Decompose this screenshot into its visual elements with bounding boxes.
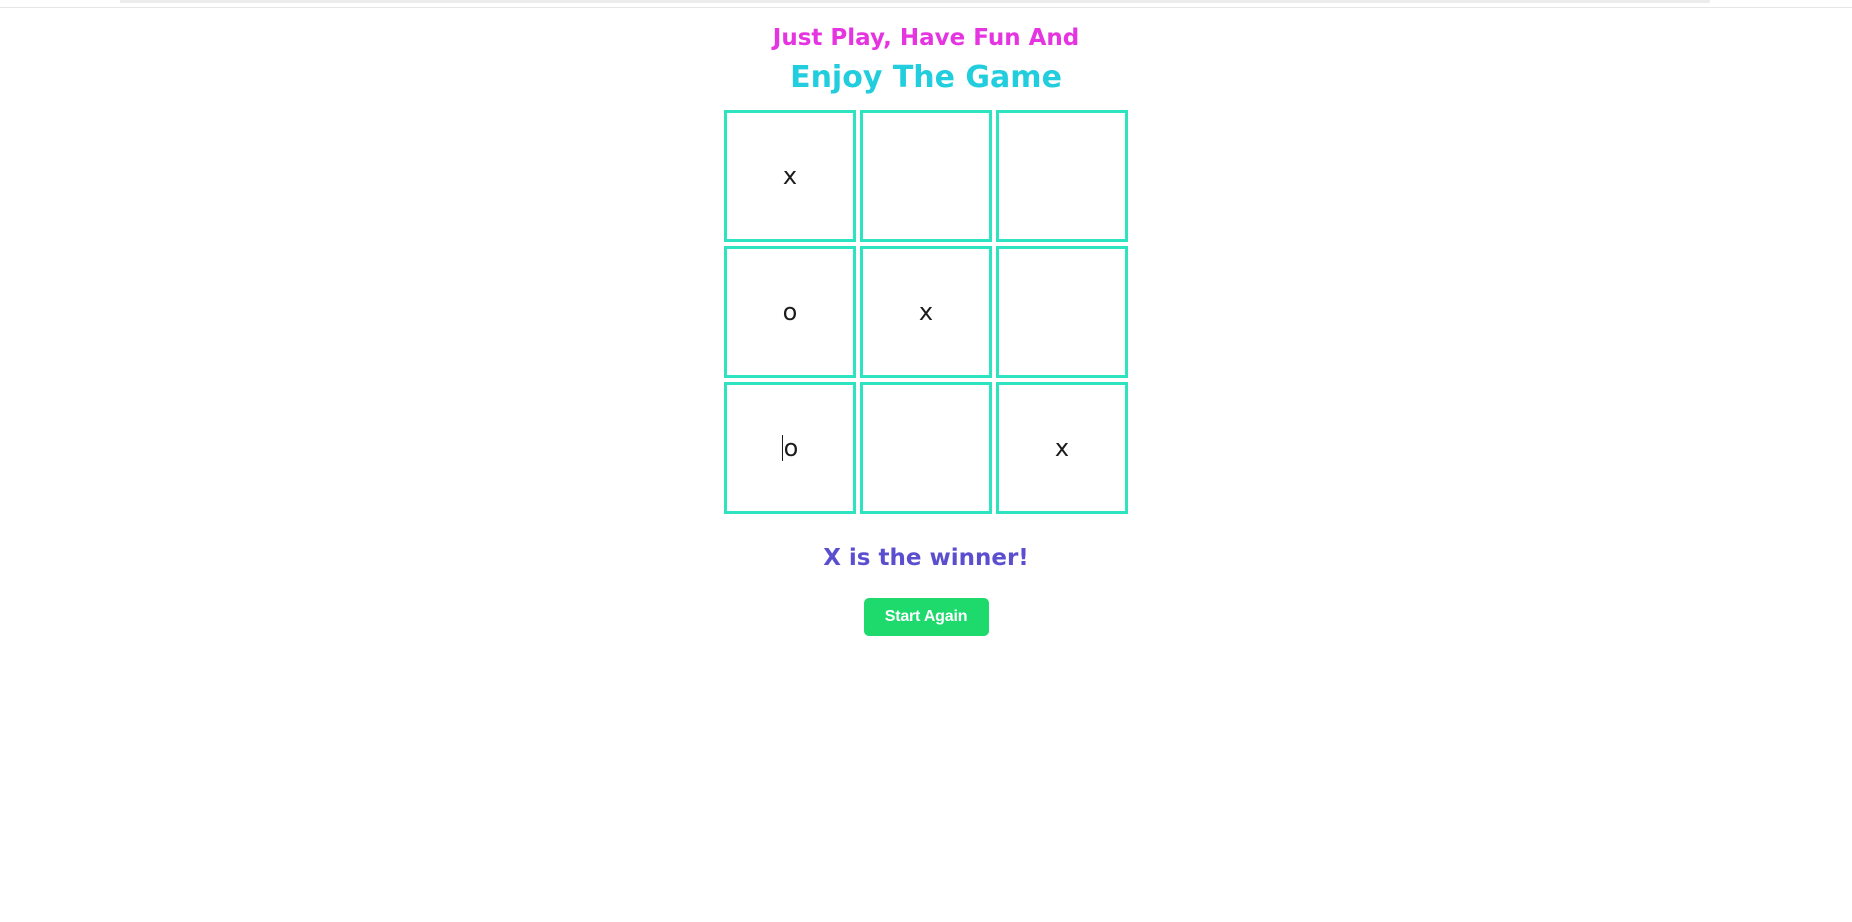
board-cell-6[interactable] bbox=[996, 246, 1128, 378]
board-cell-3[interactable] bbox=[996, 110, 1128, 242]
cell-mark: x bbox=[918, 298, 934, 326]
cell-mark: x bbox=[1054, 434, 1070, 462]
game-container: Just Play, Have Fun And Enjoy The Game x… bbox=[0, 0, 1852, 636]
winner-status: X is the winner! bbox=[823, 545, 1029, 571]
board-cell-2[interactable] bbox=[860, 110, 992, 242]
cell-mark: o bbox=[782, 298, 798, 326]
board-cell-4[interactable]: o bbox=[724, 246, 856, 378]
board-cell-1[interactable]: x bbox=[724, 110, 856, 242]
board-cell-7[interactable]: o bbox=[724, 382, 856, 514]
board-cell-8[interactable] bbox=[860, 382, 992, 514]
board-cell-9[interactable]: x bbox=[996, 382, 1128, 514]
subtitle-heading: Just Play, Have Fun And bbox=[772, 25, 1080, 51]
cell-mark: x bbox=[782, 162, 798, 190]
start-again-button[interactable]: Start Again bbox=[863, 598, 989, 636]
cell-mark: o bbox=[781, 434, 799, 462]
game-board: x o x o x bbox=[724, 110, 1128, 514]
title-heading: Enjoy The Game bbox=[790, 60, 1062, 95]
board-cell-5[interactable]: x bbox=[860, 246, 992, 378]
